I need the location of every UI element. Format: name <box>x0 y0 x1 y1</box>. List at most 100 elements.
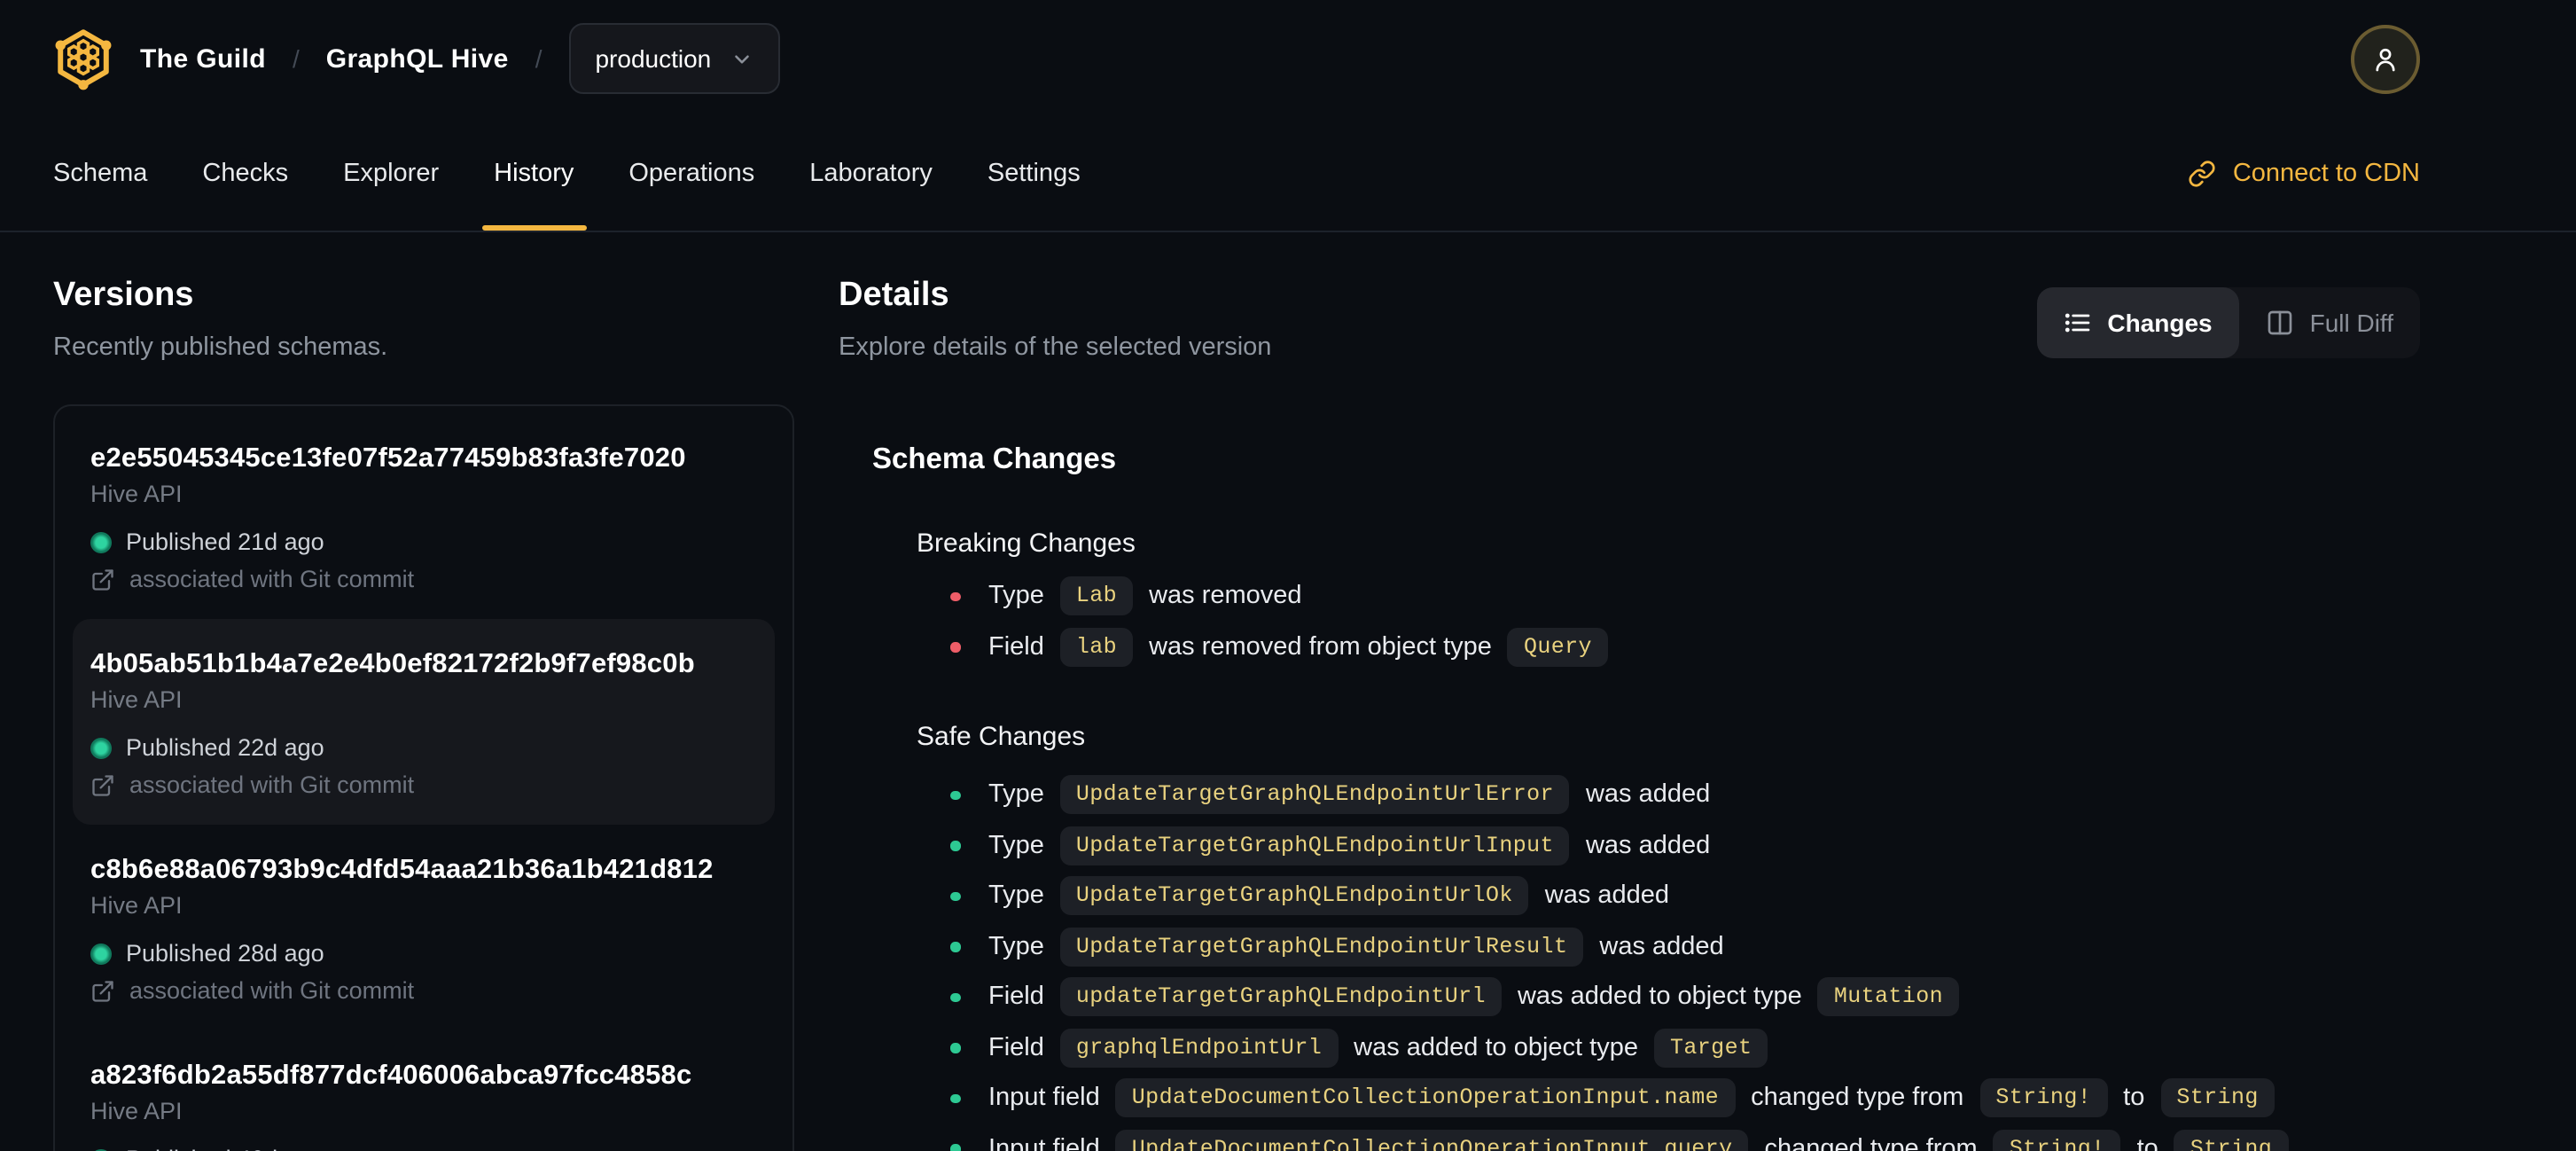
version-list: e2e55045345ce13fe07f52a77459b83fa3fe7020… <box>53 404 794 1151</box>
tab-schema[interactable]: Schema <box>53 117 147 231</box>
git-commit-link[interactable]: associated with Git commit <box>90 977 757 1006</box>
code-chip: UpdateDocumentCollectionOperationInput.n… <box>1115 1078 1736 1118</box>
change-text: Type <box>988 932 1044 961</box>
change-text: to <box>2136 1134 2158 1151</box>
app-header: The Guild / GraphQL Hive / production <box>0 0 2576 117</box>
breadcrumb-project[interactable]: GraphQL Hive <box>326 43 509 74</box>
connect-to-cdn-link[interactable]: Connect to CDN <box>2189 160 2420 188</box>
breadcrumb-org[interactable]: The Guild <box>140 43 266 74</box>
status-dot-icon <box>90 944 112 965</box>
code-chip: String <box>2160 1078 2275 1118</box>
code-chip: String! <box>1979 1078 2108 1118</box>
code-chip: String <box>2174 1129 2289 1151</box>
breadcrumb: The Guild / GraphQL Hive / production <box>140 23 781 94</box>
change-text: Input field <box>988 1134 1100 1151</box>
code-chip: UpdateTargetGraphQLEndpointUrlResult <box>1059 927 1584 967</box>
status-dot-icon <box>90 738 112 759</box>
change-text: was removed from object type <box>1149 632 1492 662</box>
bullet-icon <box>950 1043 960 1053</box>
version-published: Published 21d ago <box>90 529 757 557</box>
details-header: Details Explore details of the selected … <box>839 232 1271 364</box>
tab-explorer[interactable]: Explorer <box>343 117 439 231</box>
tab-settings[interactable]: Settings <box>987 117 1081 231</box>
git-commit-link[interactable]: associated with Git commit <box>90 566 757 594</box>
external-link-icon <box>90 773 115 798</box>
git-commit-label: associated with Git commit <box>129 771 415 798</box>
page-content: Versions Recently published schemas. e2e… <box>0 232 2576 1151</box>
full-diff-view-button[interactable]: Full Diff <box>2239 287 2420 358</box>
change-text: Type <box>988 831 1044 860</box>
connect-to-cdn-label: Connect to CDN <box>2232 160 2420 188</box>
version-list-item[interactable]: 4b05ab51b1b4a7e2e4b0ef82172f2b9f7ef98c0b… <box>73 619 775 825</box>
schema-changes-groups: Breaking Changes Type Lab was removed Field l… <box>872 527 2420 1151</box>
change-text: Field <box>988 1033 1044 1062</box>
tab-history[interactable]: History <box>481 117 587 231</box>
breadcrumb-separator: / <box>292 44 300 73</box>
code-chip: Target <box>1653 1028 1768 1068</box>
version-published: Published 28d ago <box>90 940 757 968</box>
columns-icon <box>2266 309 2294 337</box>
code-chip: Query <box>1507 627 1608 667</box>
bullet-icon <box>950 642 960 652</box>
published-label: Published 22d ago <box>126 734 324 761</box>
version-list-item[interactable]: e2e55045345ce13fe07f52a77459b83fa3fe7020… <box>73 413 775 619</box>
view-toggle: Changes Full Diff <box>2036 287 2420 358</box>
version-service: Hive API <box>90 1098 183 1124</box>
safe-changes-heading: Safe Changes <box>917 722 1086 752</box>
change-text: was added <box>1599 932 1724 961</box>
user-icon <box>2370 43 2400 74</box>
published-label: Published 40d ago <box>126 1146 324 1151</box>
git-commit-link[interactable]: associated with Git commit <box>90 771 757 800</box>
change-item: Field lab was removed from object type Quer… <box>950 622 2420 672</box>
main-nav: Schema Checks Explorer History Operations Lab… <box>0 117 2576 232</box>
change-item: Type UpdateTargetGraphQLEndpointUrlInput w… <box>950 820 2420 871</box>
code-chip: graphqlEndpointUrl <box>1059 1028 1339 1068</box>
code-chip: updateTargetGraphQLEndpointUrl <box>1059 977 1502 1017</box>
version-list-item[interactable]: c8b6e88a06793b9c4dfd54aaa21b36a1b421d812… <box>73 825 775 1030</box>
changes-view-button[interactable]: Changes <box>2036 287 2239 358</box>
hive-logo-icon[interactable] <box>53 27 113 90</box>
bullet-icon <box>950 1093 960 1103</box>
user-avatar-button[interactable] <box>2351 24 2420 93</box>
version-list-item[interactable]: a823f6db2a55df877dcf406006abca97fcc4858c… <box>73 1030 775 1151</box>
change-item: Type UpdateTargetGraphQLEndpointUrlError w… <box>950 770 2420 820</box>
change-item: Input field UpdateDocumentCollectionOpera… <box>950 1124 2420 1151</box>
change-text: Input field <box>988 1084 1100 1113</box>
version-hash: e2e55045345ce13fe07f52a77459b83fa3fe7020 <box>90 443 686 474</box>
code-chip: lab <box>1059 627 1134 667</box>
safe-changes-group: Safe Changes Type UpdateTargetGraphQLEndpo… <box>872 720 2420 1151</box>
status-dot-icon <box>90 532 112 553</box>
tab-laboratory[interactable]: Laboratory <box>809 117 933 231</box>
code-chip: UpdateTargetGraphQLEndpointUrlError <box>1059 775 1570 815</box>
change-text: Type <box>988 881 1044 911</box>
version-hash: 4b05ab51b1b4a7e2e4b0ef82172f2b9f7ef98c0b <box>90 649 695 679</box>
bullet-icon <box>950 891 960 901</box>
tab-operations[interactable]: Operations <box>628 117 754 231</box>
change-item: Field graphqlEndpointUrl was added to obje… <box>950 1022 2420 1073</box>
published-label: Published 21d ago <box>126 529 324 555</box>
change-item: Field updateTargetGraphQLEndpointUrl was a… <box>950 972 2420 1022</box>
code-chip: UpdateDocumentCollectionOperationInput.q… <box>1115 1129 1749 1151</box>
change-text: was added to object type <box>1517 983 1802 1012</box>
code-chip: UpdateTargetGraphQLEndpointUrlOk <box>1059 876 1529 916</box>
change-text: to <box>2123 1084 2145 1113</box>
change-text: was added <box>1544 881 1670 911</box>
schema-changes-section: Schema Changes Breaking Changes Type Lab wa… <box>872 442 2420 1151</box>
code-chip: UpdateTargetGraphQLEndpointUrlInput <box>1059 826 1570 865</box>
tab-bar: Schema Checks Explorer History Operations Lab… <box>53 117 1136 231</box>
change-text: Field <box>988 983 1044 1012</box>
bullet-icon <box>950 790 960 800</box>
change-item: Type UpdateTargetGraphQLEndpointUrlResult… <box>950 921 2420 972</box>
version-hash: a823f6db2a55df877dcf406006abca97fcc4858c <box>90 1061 692 1091</box>
change-text: was removed <box>1149 582 1302 611</box>
code-chip: String! <box>1993 1129 2121 1151</box>
version-published: Published 22d ago <box>90 734 757 763</box>
code-chip: Mutation <box>1817 977 1960 1017</box>
tab-checks[interactable]: Checks <box>202 117 288 231</box>
change-text: Type <box>988 582 1044 611</box>
target-selector-button[interactable]: production <box>568 23 781 94</box>
bullet-icon <box>950 992 960 1002</box>
version-service: Hive API <box>90 686 183 713</box>
published-label: Published 28d ago <box>126 940 324 967</box>
details-title: Details <box>839 277 949 314</box>
